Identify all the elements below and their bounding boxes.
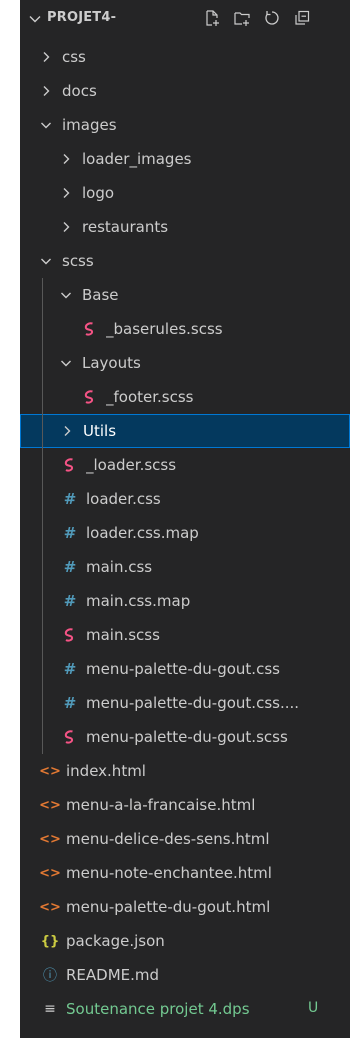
css-file-icon: # bbox=[63, 694, 77, 712]
tree-folder[interactable]: Utils bbox=[20, 414, 350, 448]
tree-item-label: index.html bbox=[66, 762, 146, 780]
tree-file[interactable]: {} package.json bbox=[20, 924, 350, 958]
chevron-right-icon bbox=[58, 219, 74, 235]
tree-item-label: restaurants bbox=[82, 218, 169, 236]
tree-folder[interactable]: docs bbox=[20, 74, 350, 108]
new-folder-icon[interactable] bbox=[232, 8, 252, 28]
css-file-icon: # bbox=[63, 490, 77, 508]
tree-item-label: loader.css bbox=[86, 490, 161, 508]
tree-folder[interactable]: css bbox=[20, 40, 350, 74]
new-file-icon[interactable] bbox=[202, 8, 222, 28]
css-file-icon: # bbox=[63, 592, 77, 610]
tree-file[interactable]: menu-palette-du-gout.scss bbox=[20, 720, 350, 754]
sass-file-icon bbox=[82, 321, 98, 337]
tree-item-label: main.css bbox=[86, 558, 153, 576]
text-file-icon: ≡ bbox=[44, 1001, 56, 1017]
tree-file[interactable]: _loader.scss bbox=[20, 448, 350, 482]
html-file-icon: <> bbox=[39, 831, 61, 847]
chevron-down-icon[interactable] bbox=[28, 11, 42, 25]
file-tree: css docs images loader_imageslogo restaurant… bbox=[20, 40, 350, 1026]
css-file-icon: # bbox=[63, 660, 77, 678]
tree-file[interactable]: ≡ Soutenance projet 4.dps U bbox=[20, 992, 350, 1026]
html-file-icon: <> bbox=[39, 797, 61, 813]
file-explorer: PROJET4- css docs images loader_imageslogo r… bbox=[20, 0, 350, 1038]
explorer-actions bbox=[202, 8, 312, 28]
tree-item-label: menu-palette-du-gout.css bbox=[86, 660, 280, 678]
tree-item-label: loader.css.map bbox=[86, 524, 199, 542]
chevron-right-icon bbox=[38, 83, 54, 99]
tree-item-label: menu-a-la-francaise.html bbox=[66, 796, 256, 814]
tree-item-label: package.json bbox=[66, 932, 165, 950]
tree-item-label: scss bbox=[62, 252, 94, 270]
tree-item-label: images bbox=[62, 116, 117, 134]
json-file-icon: {} bbox=[40, 933, 60, 949]
refresh-icon[interactable] bbox=[262, 8, 282, 28]
tree-item-label: _footer.scss bbox=[106, 388, 194, 406]
tree-file[interactable]: <> menu-palette-du-gout.html bbox=[20, 890, 350, 924]
tree-file[interactable]: # loader.css bbox=[20, 482, 350, 516]
tree-item-label: docs bbox=[62, 82, 97, 100]
chevron-down-icon bbox=[58, 287, 74, 303]
tree-file[interactable]: # main.css.map bbox=[20, 584, 350, 618]
tree-item-label: logo bbox=[82, 184, 115, 202]
html-file-icon: <> bbox=[39, 899, 61, 915]
tree-item-label: README.md bbox=[66, 966, 160, 984]
tree-file[interactable]: <> menu-note-enchantee.html bbox=[20, 856, 350, 890]
tree-item-label: css bbox=[62, 48, 86, 66]
indent-guide bbox=[42, 278, 43, 754]
sass-file-icon bbox=[62, 729, 78, 745]
tree-file[interactable]: # main.css bbox=[20, 550, 350, 584]
tree-item-label: menu-palette-du-gout.html bbox=[66, 898, 271, 916]
git-status-badge: U bbox=[308, 1000, 319, 1016]
tree-folder[interactable]: restaurants bbox=[20, 210, 350, 244]
tree-item-label: Utils bbox=[83, 422, 117, 440]
css-file-icon: # bbox=[63, 524, 77, 542]
tree-folder[interactable]: Base bbox=[20, 278, 350, 312]
sass-file-icon bbox=[82, 389, 98, 405]
tree-file[interactable]: main.scss bbox=[20, 618, 350, 652]
chevron-down-icon bbox=[38, 253, 54, 269]
html-file-icon: <> bbox=[39, 865, 61, 881]
tree-item-label: Layouts bbox=[82, 354, 141, 372]
tree-file[interactable]: _baserules.scss bbox=[20, 312, 350, 346]
chevron-right-icon bbox=[58, 151, 74, 167]
tree-item-label: menu-palette-du-gout.css.... bbox=[86, 694, 300, 712]
tree-file[interactable]: # loader.css.map bbox=[20, 516, 350, 550]
info-icon: ⓘ bbox=[43, 968, 57, 984]
tree-item-label: Base bbox=[82, 286, 119, 304]
tree-folder[interactable]: Layouts bbox=[20, 346, 350, 380]
collapse-all-icon[interactable] bbox=[292, 8, 312, 28]
chevron-right-icon bbox=[58, 185, 74, 201]
project-title: PROJET4- bbox=[47, 10, 117, 25]
html-file-icon: <> bbox=[39, 763, 61, 779]
sass-file-icon bbox=[62, 627, 78, 643]
tree-item-label: menu-delice-des-sens.html bbox=[66, 830, 270, 848]
sass-file-icon bbox=[62, 457, 78, 473]
tree-folder[interactable]: images bbox=[20, 108, 350, 142]
chevron-right-icon bbox=[59, 423, 75, 439]
tree-item-label: main.scss bbox=[86, 626, 160, 644]
tree-file[interactable]: _footer.scss bbox=[20, 380, 350, 414]
tree-item-label: menu-palette-du-gout.scss bbox=[86, 728, 288, 746]
tree-file[interactable]: # menu-palette-du-gout.css.... bbox=[20, 686, 350, 720]
chevron-right-icon bbox=[38, 49, 54, 65]
chevron-down-icon bbox=[38, 117, 54, 133]
tree-item-label: menu-note-enchantee.html bbox=[66, 864, 272, 882]
tree-folder[interactable]: scss bbox=[20, 244, 350, 278]
tree-file[interactable]: <> menu-a-la-francaise.html bbox=[20, 788, 350, 822]
tree-item-label: _loader.scss bbox=[86, 456, 177, 474]
chevron-down-icon bbox=[58, 355, 74, 371]
tree-item-label: loader_images bbox=[82, 150, 192, 168]
tree-file[interactable]: <> index.html bbox=[20, 754, 350, 788]
tree-file[interactable]: <> menu-delice-des-sens.html bbox=[20, 822, 350, 856]
tree-item-label: main.css.map bbox=[86, 592, 191, 610]
tree-folder[interactable]: loader_images bbox=[20, 142, 350, 176]
explorer-header[interactable]: PROJET4- bbox=[20, 0, 350, 36]
tree-item-label: Soutenance projet 4.dps bbox=[66, 1000, 250, 1018]
tree-item-label: _baserules.scss bbox=[106, 320, 223, 338]
css-file-icon: # bbox=[63, 558, 77, 576]
tree-file[interactable]: # menu-palette-du-gout.css bbox=[20, 652, 350, 686]
tree-folder[interactable]: logo bbox=[20, 176, 350, 210]
tree-file[interactable]: ⓘ README.md bbox=[20, 958, 350, 992]
